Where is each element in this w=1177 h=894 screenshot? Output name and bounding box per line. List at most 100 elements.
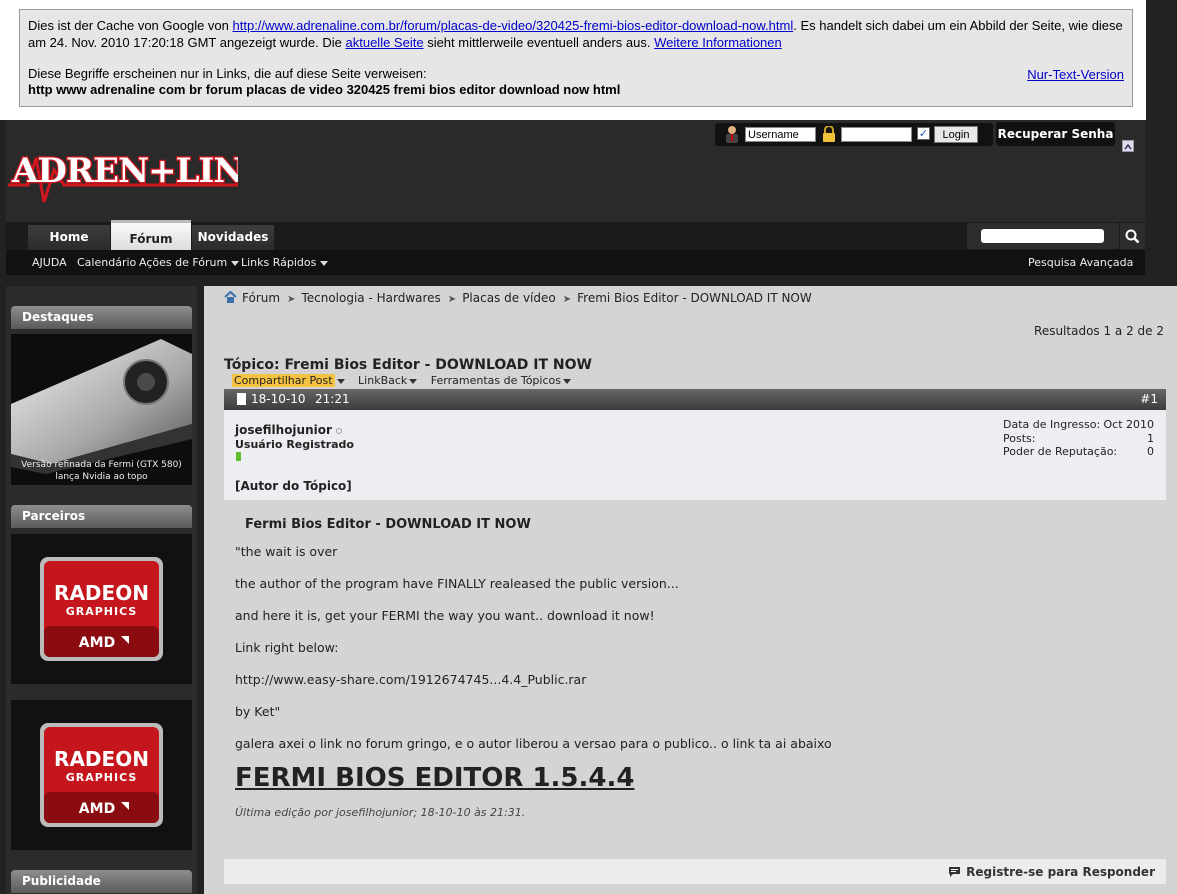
amd-radeon-logo: RADEON GRAPHICS AMD [39, 556, 164, 662]
stat-label: Data de Ingresso: [1003, 418, 1101, 431]
sidebar-heading-publicidade: Publicidade [11, 870, 192, 893]
search-box [967, 223, 1119, 249]
tab-forum[interactable]: Fórum [111, 220, 191, 250]
linkback-label: LinkBack [358, 374, 408, 387]
breadcrumb-separator-icon: ➤ [447, 294, 457, 305]
google-cache-banner: Dies ist der Cache von Google von http:/… [0, 0, 1146, 120]
subnav-calendario[interactable]: Calendário [77, 256, 136, 269]
stat-value: Oct 2010 [1103, 418, 1154, 431]
partner-banner-2[interactable]: RADEON GRAPHICS AMD [11, 700, 192, 850]
post-number-link[interactable]: #1 [1140, 392, 1158, 406]
page-title: Tópico: Fremi Bios Editor - DOWNLOAD IT … [224, 357, 592, 373]
reply-icon [949, 867, 961, 877]
partner-logo-amd-1: AMD [79, 635, 115, 651]
featured-caption-line2: lança Nvidia ao topo [55, 472, 148, 482]
collapse-header-icon[interactable] [1122, 140, 1134, 152]
advanced-search-link[interactable]: Pesquisa Avançada [1028, 256, 1133, 269]
breadcrumb-current: Fremi Bios Editor - DOWNLOAD IT NOW [577, 291, 812, 305]
offline-status-icon [335, 428, 342, 434]
post-line: http://www.easy-share.com/1912674745...4… [235, 672, 587, 687]
subnav-links-rapidos-label: Links Rápidos [241, 256, 317, 269]
topic-tools-menu[interactable]: Ferramentas de Tópicos [431, 374, 571, 387]
remember-me-checkbox[interactable]: ✓ [917, 127, 930, 140]
post-document-icon [237, 393, 246, 405]
cache-intro-text: Dies ist der Cache von Google von [28, 18, 229, 33]
login-button[interactable]: Login [934, 126, 978, 143]
recover-password-button[interactable]: Recuperar Senha [996, 122, 1115, 146]
subnav-links-rapidos[interactable]: Links Rápidos [241, 256, 329, 269]
chevron-down-icon [320, 260, 329, 266]
breadcrumb-placas-video[interactable]: Placas de vídeo [462, 291, 556, 305]
stat-label: Poder de Reputação: [1003, 445, 1118, 458]
post-line: by Ket" [235, 704, 281, 719]
current-page-link[interactable]: aktuelle Seite [346, 35, 424, 50]
cache-text-b: sieht mittlerweile eventuell anders aus. [427, 35, 651, 50]
post-title: Fermi Bios Editor - DOWNLOAD IT NOW [245, 517, 531, 532]
search-icon[interactable] [1120, 223, 1145, 249]
post-line: the author of the program have FINALLY r… [235, 576, 679, 591]
stat-posts: Posts: 1 [1003, 432, 1154, 446]
cached-url-link[interactable]: http://www.adrenaline.com.br/forum/placa… [233, 18, 794, 33]
stat-reputation: Poder de Reputação: 0 [1003, 445, 1154, 459]
home-icon[interactable] [224, 290, 237, 303]
stat-join-date: Data de Ingresso: Oct 2010 [1003, 418, 1154, 432]
cache-terms: http www adrenaline com br forum placas … [28, 82, 621, 97]
login-bar: ✓ Login [715, 123, 993, 146]
featured-caption: Versão refinada da Fermi (GTX 580) lança… [11, 459, 192, 483]
subnav-acoes-forum[interactable]: Ações de Fórum [139, 256, 240, 269]
post-line: and here it is, get your FERMI the way y… [235, 608, 655, 623]
chevron-down-icon [409, 378, 418, 384]
text-only-link[interactable]: Nur-Text-Version [1027, 67, 1124, 82]
breadcrumb-separator-icon: ➤ [287, 294, 296, 305]
topic-author-tag: [Autor do Tópico] [235, 479, 352, 493]
stat-value: 1 [1147, 431, 1154, 445]
register-to-reply-button[interactable]: Registre-se para Responder [949, 865, 1155, 879]
lock-icon [822, 125, 836, 142]
subnav-ajuda[interactable]: AJUDA [32, 256, 67, 269]
user-title: Usuário Registrado [235, 438, 354, 451]
featured-caption-line1: Versão refinada da Fermi (GTX 580) [21, 460, 182, 470]
post-footer: Registre-se para Responder [224, 859, 1166, 884]
breadcrumb-separator-icon: ➤ [562, 294, 572, 305]
partner-logo-graphics-2: GRAPHICS [66, 771, 138, 784]
post-time: 21:21 [315, 392, 350, 406]
main-navbar: Home Fórum Novidades [6, 220, 1145, 250]
sidebar-heading-destaques: Destaques [11, 306, 192, 329]
linkback-menu[interactable]: LinkBack [358, 374, 418, 387]
cache-info-box: Dies ist der Cache von Google von http:/… [19, 9, 1133, 107]
username-input[interactable] [745, 127, 816, 142]
more-info-link[interactable]: Weitere Informationen [654, 35, 782, 50]
share-post-menu[interactable]: Compartilhar Post [232, 374, 345, 387]
adrenaline-logo[interactable]: ADREN+LINE [8, 130, 271, 210]
featured-highlight[interactable]: Versão refinada da Fermi (GTX 580) lança… [11, 334, 192, 485]
reputation-icon [236, 452, 241, 461]
post-author[interactable]: josefilhojunior [235, 423, 342, 437]
main-content: Fórum ➤ Tecnologia - Hardwares ➤ Placas de v… [204, 286, 1177, 894]
partner-banner-1[interactable]: RADEON GRAPHICS AMD [11, 534, 192, 684]
topic-tools: Compartilhar Post LinkBack Ferramentas d… [232, 374, 581, 387]
breadcrumb: Fórum ➤ Tecnologia - Hardwares ➤ Placas de v… [224, 290, 812, 305]
post-line: Link right below: [235, 640, 339, 655]
cache-terms-note: Diese Begriffe erscheinen nur in Links, … [28, 66, 427, 81]
stat-value: 0 [1147, 445, 1154, 458]
password-input[interactable] [841, 127, 912, 142]
download-link[interactable]: FERMI BIOS EDITOR 1.5.4.4 [235, 763, 634, 793]
partner-logo-graphics-1: GRAPHICS [66, 605, 138, 618]
tab-novidades[interactable]: Novidades [192, 225, 274, 250]
topic-tools-label: Ferramentas de Tópicos [430, 374, 561, 387]
last-edit-note: Última edição por josefilhojunior; 18-10… [235, 806, 526, 819]
post-userinfo: josefilhojunior Usuário Registrado [Auto… [224, 410, 1166, 500]
register-to-reply-label: Registre-se para Responder [966, 865, 1155, 879]
post-author-name: josefilhojunior [235, 423, 332, 437]
post-body: Fermi Bios Editor - DOWNLOAD IT NOW "the… [224, 500, 1166, 859]
post-line: galera axei o link no forum gringo, e o … [235, 736, 832, 751]
breadcrumb-forum[interactable]: Fórum [242, 291, 280, 305]
cache-notice: Dies ist der Cache von Google von http:/… [28, 17, 1124, 51]
tab-home[interactable]: Home [28, 225, 110, 250]
breadcrumb-tecnologia[interactable]: Tecnologia - Hardwares [301, 291, 440, 305]
chevron-down-icon [231, 260, 240, 266]
subnav-acoes-forum-label: Ações de Fórum [139, 256, 228, 269]
share-post-label: Compartilhar Post [232, 374, 335, 387]
stat-label: Posts: [1003, 431, 1036, 445]
search-input[interactable] [981, 229, 1104, 243]
